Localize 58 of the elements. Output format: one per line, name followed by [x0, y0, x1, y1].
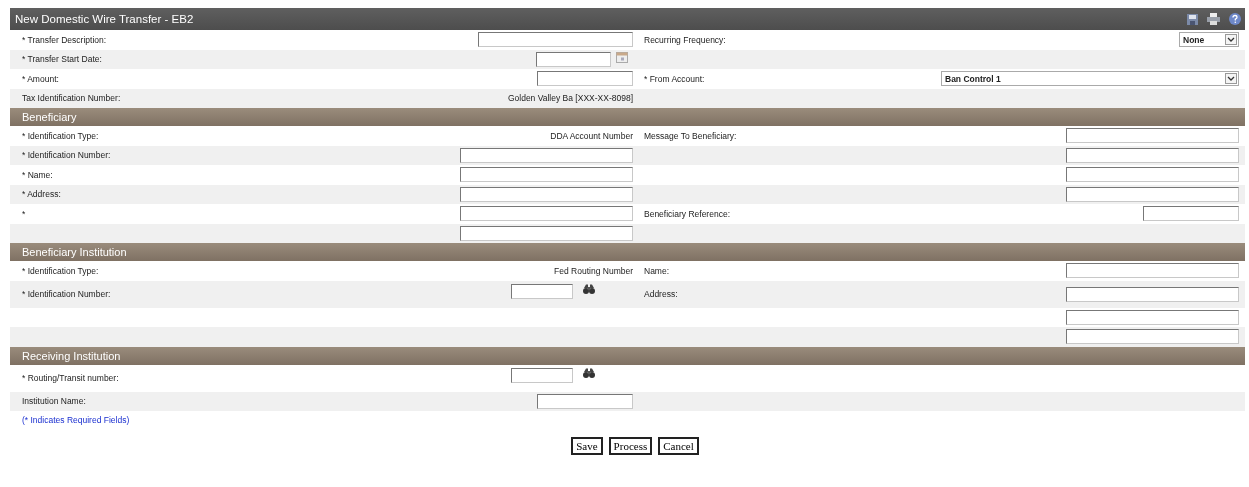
- dropdown[interactable]: None: [1179, 32, 1239, 48]
- field-label: * Identification Type:: [22, 130, 99, 141]
- field-label: Recurring Frequency:: [644, 34, 726, 45]
- text-field[interactable]: [1066, 309, 1239, 325]
- field-label: * Identification Number:: [22, 150, 111, 161]
- text-field[interactable]: [460, 206, 633, 222]
- field-label: * Address:: [22, 189, 61, 200]
- action-button[interactable]: Save: [571, 437, 603, 455]
- window-title: New Domestic Wire Transfer - EB2: [15, 13, 195, 25]
- section-header: Beneficiary: [10, 108, 1245, 126]
- text-field[interactable]: [1066, 128, 1239, 144]
- dropdown[interactable]: Ban Control 1: [941, 71, 1239, 87]
- text-field[interactable]: [537, 393, 633, 409]
- binoculars-icon[interactable]: [583, 367, 595, 379]
- text-field[interactable]: [460, 225, 633, 241]
- text-field[interactable]: [1066, 286, 1239, 302]
- chevron-down-icon: [1225, 34, 1237, 46]
- date-field[interactable]: [536, 51, 611, 67]
- text-field[interactable]: [460, 167, 633, 183]
- field-label: * From Account:: [644, 73, 705, 84]
- field-label: * Identification Number:: [22, 289, 111, 299]
- field-label: Message To Beneficiary:: [644, 130, 737, 141]
- text-field[interactable]: [511, 367, 573, 383]
- print-icon[interactable]: [1207, 13, 1220, 25]
- text-field[interactable]: [1066, 186, 1239, 202]
- field-label: * Name:: [22, 169, 53, 180]
- action-button[interactable]: Cancel: [658, 437, 699, 455]
- field-label: *: [22, 208, 26, 219]
- field-label: * Transfer Description:: [22, 34, 107, 45]
- field-value: Golden Valley Ba [XXX-XX-8098]: [507, 93, 633, 104]
- required-fields-note: (* Indicates Required Fields): [21, 414, 131, 427]
- field-label: * Amount:: [22, 73, 59, 84]
- field-label: Name:: [644, 265, 670, 276]
- help-icon[interactable]: [1229, 13, 1241, 25]
- text-field[interactable]: [460, 147, 633, 163]
- save-icon[interactable]: [1187, 13, 1198, 25]
- text-field[interactable]: [1143, 206, 1239, 222]
- text-field[interactable]: [537, 71, 633, 87]
- text-field[interactable]: [511, 283, 573, 299]
- text-field[interactable]: [460, 186, 633, 202]
- text-field[interactable]: [1066, 263, 1239, 279]
- field-label: Beneficiary Reference:: [644, 208, 730, 219]
- field-label: Address:: [644, 289, 678, 299]
- field-value: DDA Account Number: [550, 130, 633, 141]
- action-button[interactable]: Process: [608, 437, 653, 455]
- text-field[interactable]: [1066, 329, 1239, 345]
- field-label: * Identification Type:: [22, 265, 99, 276]
- chevron-down-icon: [1225, 73, 1237, 85]
- text-field[interactable]: [1066, 147, 1239, 163]
- section-header: Beneficiary Institution: [10, 243, 1245, 261]
- field-label: Institution Name:: [22, 396, 86, 407]
- binoculars-icon[interactable]: [583, 283, 595, 295]
- field-value: Fed Routing Number: [554, 265, 633, 276]
- text-field[interactable]: [478, 32, 633, 48]
- field-label: Tax Identification Number:: [22, 93, 121, 104]
- field-label: * Transfer Start Date:: [22, 54, 102, 65]
- text-field[interactable]: [1066, 167, 1239, 183]
- field-label: * Routing/Transit number:: [22, 373, 119, 383]
